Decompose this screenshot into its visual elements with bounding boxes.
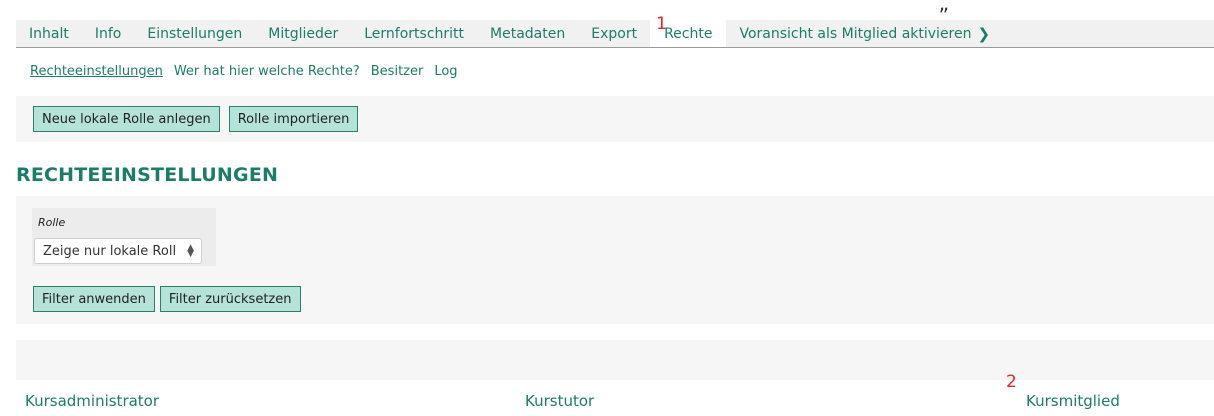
role-columns-header: Kursadministrator Kurstutor 2 Kursmitgli… [16,372,1214,416]
role-column-kurstutor: Kurstutor [525,392,595,410]
tab-info[interactable]: Info [82,20,135,47]
role-filter-select[interactable]: Zeige nur lokale Roll ▲ ▼ [34,238,202,264]
role-filter-group: Rolle Zeige nur lokale Roll ▲ ▼ [32,208,216,266]
tab-mitglieder[interactable]: Mitglieder [255,20,351,47]
table-header-band [16,340,1214,380]
tab-label: Metadaten [490,25,566,42]
sub-tab-bar: Rechteeinstellungen Wer hat hier welche … [16,56,1214,86]
tab-label: Einstellungen [147,25,243,42]
tab-inhalt[interactable]: Inhalt [16,20,82,47]
subtab-log[interactable]: Log [434,64,457,79]
tab-label: Voransicht als Mitglied aktivieren [739,25,972,42]
filter-buttons: Filter anwenden Filter zurücksetzen [33,286,301,312]
subtab-besitzer[interactable]: Besitzer [371,64,424,79]
role-filter-value: Zeige nur lokale Roll [43,243,177,259]
tab-label: Export [591,25,638,42]
tab-rechte[interactable]: 1 Rechte [650,14,727,47]
subtab-rechteeinstellungen[interactable]: Rechteeinstellungen [30,64,163,79]
select-arrows-icon: ▲ ▼ [187,243,194,259]
tab-label: Inhalt [29,25,69,42]
page-title: RECHTEEINSTELLUNGEN [16,164,279,186]
tab-label: Info [94,25,122,42]
main-tab-bar: Inhalt Info Einstellungen Mitglieder Ler… [16,14,1214,48]
subtab-wer-hat-welche-rechte[interactable]: Wer hat hier welche Rechte? [174,64,360,79]
annotation-marker-2: 2 [1006,372,1017,392]
apply-filter-button[interactable]: Filter anwenden [33,286,155,312]
tab-lernfortschritt[interactable]: Lernfortschritt [351,20,477,47]
tab-label: Rechte [664,25,713,42]
tab-label: Lernfortschritt [364,25,465,42]
chevron-right-icon: ❯ [977,24,991,43]
role-column-kursmitglied: Kursmitglied [1026,392,1120,410]
tab-export[interactable]: Export [578,20,650,47]
import-role-button[interactable]: Rolle importieren [228,106,359,132]
tab-einstellungen[interactable]: Einstellungen [134,20,255,47]
annotation-marker-1: 1 [656,14,667,34]
tab-metadaten[interactable]: Metadaten [477,20,578,47]
role-filter-label: Rolle [38,216,66,229]
tab-label: Mitglieder [268,25,339,42]
tab-voransicht-als-mitglied[interactable]: Voransicht als Mitglied aktivieren ❯ [726,20,1003,47]
filter-panel: Rolle Zeige nur lokale Roll ▲ ▼ Filter an… [16,196,1214,324]
toolbar: Neue lokale Rolle anlegen Rolle importie… [16,96,1214,142]
new-local-role-button[interactable]: Neue lokale Rolle anlegen [33,106,220,132]
cropped-text-fragment: „ [938,0,949,15]
role-column-kursadministrator: Kursadministrator [25,392,160,410]
reset-filter-button[interactable]: Filter zurücksetzen [159,286,301,312]
